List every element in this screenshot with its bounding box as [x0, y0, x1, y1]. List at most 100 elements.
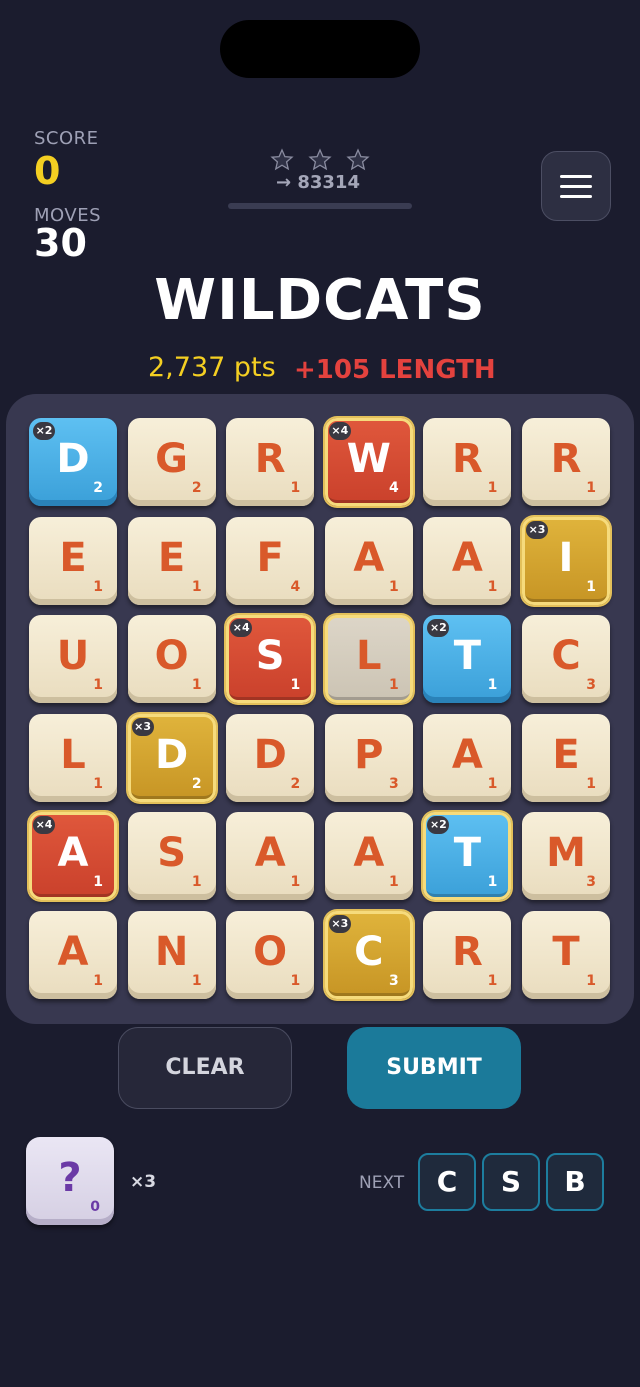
- length-bonus: +105 LENGTH: [294, 355, 496, 385]
- tile-value: 1: [586, 578, 596, 595]
- tile-letter: D: [253, 731, 287, 778]
- letter-tile[interactable]: O1: [226, 911, 315, 999]
- tile-value: 1: [389, 677, 399, 694]
- tile-value: 1: [290, 480, 301, 496]
- tile-letter: O: [253, 929, 288, 975]
- letter-tile[interactable]: A1: [226, 812, 315, 901]
- letter-tile[interactable]: F4: [226, 516, 315, 605]
- letter-tile[interactable]: A1: [324, 516, 413, 605]
- tile-value: 1: [586, 775, 596, 792]
- camera-notch: [220, 20, 420, 78]
- tile-value: 1: [586, 480, 596, 496]
- tile-letter: A: [57, 830, 89, 877]
- tile-value: 1: [487, 677, 498, 694]
- moves-value: 30: [34, 221, 87, 265]
- submit-button[interactable]: SUBMIT: [347, 1027, 521, 1109]
- tile-letter: R: [254, 436, 286, 482]
- tile-letter: L: [60, 731, 86, 778]
- next-tile: C: [418, 1153, 476, 1211]
- tile-letter: E: [157, 534, 186, 581]
- tile-value: 1: [93, 578, 103, 595]
- tile-value: 2: [191, 775, 202, 792]
- letter-tile[interactable]: G2: [127, 418, 216, 506]
- word-points: 2,737 pts: [148, 352, 276, 383]
- letter-tile[interactable]: ×2 D 2: [29, 418, 117, 506]
- letter-tile[interactable]: R1: [226, 418, 315, 506]
- letter-tile[interactable]: L1: [29, 713, 117, 802]
- letter-tile[interactable]: A1: [29, 911, 117, 999]
- wildcard-tile[interactable]: ? 0: [26, 1137, 114, 1225]
- tile-letter: G: [155, 436, 189, 482]
- tile-value: 4: [389, 480, 399, 496]
- tile-letter: A: [451, 534, 483, 581]
- star-rating: [270, 148, 370, 172]
- wildcard-count: ×3: [130, 1172, 157, 1192]
- letter-tile[interactable]: ×3 C 3: [324, 911, 413, 999]
- letter-tile[interactable]: C3: [522, 615, 610, 704]
- menu-button[interactable]: [541, 151, 611, 221]
- letter-tile[interactable]: T1: [522, 911, 610, 999]
- letter-tile[interactable]: ×2 T 1: [423, 812, 512, 901]
- letter-tile[interactable]: A1: [423, 713, 512, 802]
- letter-tile[interactable]: M3: [522, 812, 610, 901]
- tile-letter: U: [56, 633, 90, 680]
- letter-tile[interactable]: E1: [522, 713, 610, 802]
- letter-tile[interactable]: A1: [423, 516, 512, 605]
- letter-tile[interactable]: ×2 T 1: [423, 615, 512, 704]
- tile-letter: M: [546, 830, 586, 877]
- letter-tile[interactable]: ×4 W 4: [324, 418, 413, 506]
- tile-letter: F: [256, 534, 284, 581]
- tile-letter: R: [451, 929, 483, 975]
- tile-letter: W: [346, 436, 391, 482]
- next-tile: B: [546, 1153, 604, 1211]
- tile-letter: A: [451, 731, 483, 778]
- tile-value: 1: [93, 874, 103, 891]
- star-icon: [270, 148, 294, 171]
- tile-value: 1: [290, 973, 301, 989]
- letter-tile[interactable]: R1: [423, 418, 512, 506]
- letter-tile[interactable]: R1: [522, 418, 610, 506]
- letter-tile[interactable]: O1: [127, 615, 216, 704]
- letter-tile[interactable]: ×3 D 2: [127, 713, 216, 802]
- letter-tile[interactable]: E1: [127, 516, 216, 605]
- letter-tile[interactable]: L1: [324, 615, 413, 704]
- tile-value: 3: [389, 973, 399, 989]
- tile-letter: C: [354, 929, 384, 975]
- letter-tile[interactable]: ×3 I 1: [522, 516, 610, 605]
- tile-letter: L: [356, 633, 382, 680]
- tile-value: 1: [191, 973, 202, 989]
- star-icon: [346, 148, 370, 171]
- letter-tile[interactable]: ×4 S 1: [226, 615, 315, 704]
- question-mark-icon: ?: [58, 1155, 82, 1201]
- tile-letter: A: [254, 830, 286, 877]
- tile-value: 3: [586, 677, 596, 694]
- clear-button[interactable]: CLEAR: [118, 1027, 292, 1109]
- hamburger-icon: [560, 174, 592, 178]
- tile-value: 1: [389, 874, 399, 891]
- target-score: → 83314: [276, 172, 360, 193]
- tile-letter: S: [157, 830, 186, 877]
- letter-tile[interactable]: ×4 A 1: [29, 812, 117, 901]
- tile-letter: A: [353, 534, 385, 581]
- tile-letter: N: [154, 929, 189, 975]
- tile-value: 1: [290, 874, 301, 891]
- tile-value: 1: [389, 578, 399, 595]
- letter-tile[interactable]: E1: [29, 516, 117, 605]
- tile-letter: A: [353, 830, 385, 877]
- letter-board: ×2 D 2 G 2 R 1 ×4 W 4 R 1 R 1 E 1 E 1 F 4 A 1 A 1 ×3 I 1 U 1 O 1 ×4 S 1 L 1…: [6, 394, 634, 1024]
- letter-tile[interactable]: S1: [127, 812, 216, 901]
- score-label: SCORE: [34, 128, 99, 149]
- letter-tile[interactable]: P3: [324, 713, 413, 802]
- tile-value: 1: [191, 677, 202, 694]
- tile-letter: R: [451, 436, 483, 482]
- tile-letter: T: [552, 929, 580, 975]
- letter-tile[interactable]: D2: [226, 713, 315, 802]
- tile-value: 3: [586, 874, 596, 891]
- letter-tile[interactable]: N1: [127, 911, 216, 999]
- tile-value: 4: [290, 578, 301, 595]
- letter-tile[interactable]: A1: [324, 812, 413, 901]
- tile-value: 1: [93, 677, 103, 694]
- letter-tile[interactable]: U1: [29, 615, 117, 704]
- tile-value: 1: [487, 480, 498, 496]
- letter-tile[interactable]: R1: [423, 911, 512, 999]
